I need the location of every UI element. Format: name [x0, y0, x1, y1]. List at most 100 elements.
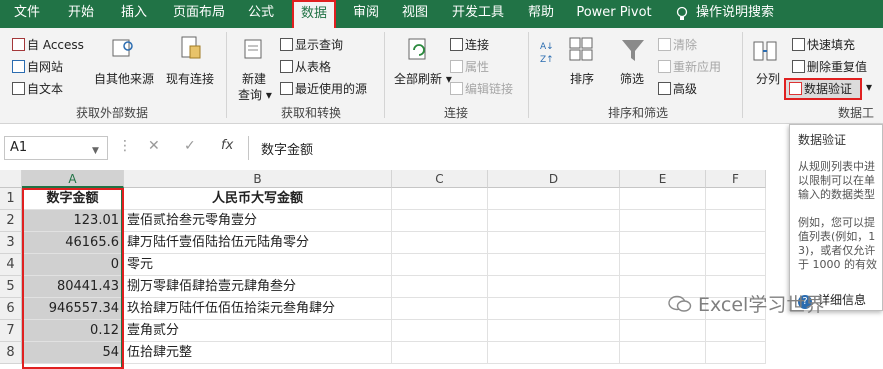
cancel-icon[interactable]: ✕	[148, 138, 160, 154]
cell-empty[interactable]	[392, 188, 488, 210]
sort-button[interactable]: 排序	[570, 70, 594, 87]
cell-empty[interactable]	[392, 298, 488, 320]
edit-links-button[interactable]: 编辑链接	[450, 80, 513, 97]
existing-connections-button[interactable]: 现有连接	[166, 70, 214, 87]
row-header[interactable]: 1	[0, 188, 22, 210]
tab-developer[interactable]: 开发工具	[446, 0, 510, 28]
tooltip-text: 输入的数据类型	[798, 188, 875, 201]
tooltip-text: 于 1000 的有效	[798, 258, 877, 271]
cell-empty[interactable]	[392, 276, 488, 298]
group-label-connections: 连接	[443, 106, 468, 120]
filter-button[interactable]: 筛选	[620, 70, 644, 87]
data-validation-dropdown-icon[interactable]: ▾	[866, 80, 872, 94]
from-text-button[interactable]: 自文本	[12, 80, 63, 97]
cell-empty[interactable]	[488, 298, 620, 320]
refresh-all-button[interactable]: 全部刷新 ▾	[394, 70, 452, 87]
cell-empty[interactable]	[392, 342, 488, 364]
other-sources-button[interactable]: 自其他来源	[94, 70, 154, 87]
flash-fill-button[interactable]: 快速填充	[792, 36, 855, 53]
from-web-button[interactable]: 自网站	[12, 58, 63, 75]
cell-empty[interactable]	[706, 188, 766, 210]
column-header-b[interactable]: B	[124, 170, 392, 188]
cell-b5[interactable]: 捌万零肆佰肆拾壹元肆角叁分	[124, 276, 392, 298]
properties-button[interactable]: 属性	[450, 58, 489, 75]
row-header[interactable]: 4	[0, 254, 22, 276]
cell-empty[interactable]	[392, 232, 488, 254]
advanced-filter-button[interactable]: 高级	[658, 80, 697, 97]
cell-empty[interactable]	[620, 232, 706, 254]
row-header[interactable]: 8	[0, 342, 22, 364]
cell-b8[interactable]: 伍拾肆元整	[124, 342, 392, 364]
cell-empty[interactable]	[620, 342, 706, 364]
existing-connections-icon	[181, 36, 201, 59]
cell-empty[interactable]	[706, 210, 766, 232]
tab-review[interactable]: 审阅	[344, 0, 388, 28]
tab-insert[interactable]: 插入	[112, 0, 156, 28]
tooltip-title: 数据验证	[798, 133, 847, 147]
cell-empty[interactable]	[620, 320, 706, 342]
row-header[interactable]: 3	[0, 232, 22, 254]
tab-help[interactable]: 帮助	[520, 0, 562, 28]
column-header-e[interactable]: E	[620, 170, 706, 188]
column-header-c[interactable]: C	[392, 170, 488, 188]
cell-empty[interactable]	[488, 188, 620, 210]
tab-formulas[interactable]: 公式	[240, 0, 282, 28]
tell-me-search[interactable]: 操作说明搜索	[696, 0, 806, 28]
chevron-down-icon[interactable]: ▼	[92, 146, 99, 156]
clear-filter-button[interactable]: 清除	[658, 36, 697, 53]
reapply-button[interactable]: 重新应用	[658, 58, 721, 75]
cell-empty[interactable]	[620, 254, 706, 276]
cell-empty[interactable]	[706, 232, 766, 254]
tab-file[interactable]: 文件	[6, 0, 48, 28]
row-header[interactable]: 6	[0, 298, 22, 320]
from-access-button[interactable]: 自 Access	[12, 36, 84, 53]
cell-empty[interactable]	[392, 210, 488, 232]
tab-view[interactable]: 视图	[394, 0, 436, 28]
cell-empty[interactable]	[488, 276, 620, 298]
enter-check-icon[interactable]: ✓	[184, 138, 196, 154]
connections-button[interactable]: 连接	[450, 36, 489, 53]
cell-empty[interactable]	[620, 188, 706, 210]
text-file-icon	[12, 82, 25, 95]
cell-empty[interactable]	[392, 254, 488, 276]
cell-empty[interactable]	[488, 254, 620, 276]
tab-home[interactable]: 开始	[58, 0, 104, 28]
show-queries-button[interactable]: 显示查询	[280, 36, 343, 53]
tab-data[interactable]: 数据	[292, 0, 336, 28]
cell-b1[interactable]: 人民币大写金额	[124, 188, 392, 210]
cell-empty[interactable]	[488, 232, 620, 254]
cell-empty[interactable]	[488, 210, 620, 232]
properties-icon	[450, 60, 463, 73]
column-header-a[interactable]: A	[22, 170, 124, 188]
recent-sources-button[interactable]: 最近使用的源	[280, 80, 367, 97]
select-all-corner[interactable]	[0, 170, 22, 188]
cell-b6[interactable]: 玖拾肆万陆仟伍佰伍拾柒元叁角肆分	[124, 298, 392, 320]
new-query-dropdown[interactable]: 查询 ▾	[238, 86, 272, 103]
cell-b3[interactable]: 肆万陆仟壹佰陆拾伍元陆角零分	[124, 232, 392, 254]
cell-empty[interactable]	[392, 320, 488, 342]
cell-b4[interactable]: 零元	[124, 254, 392, 276]
row-header[interactable]: 5	[0, 276, 22, 298]
cell-empty[interactable]	[620, 210, 706, 232]
insert-function-icon[interactable]: fx	[221, 138, 233, 153]
cell-empty[interactable]	[488, 342, 620, 364]
tab-power-pivot[interactable]: Power Pivot	[574, 0, 654, 28]
formula-input[interactable]: 数字金额	[248, 136, 788, 160]
remove-duplicates-button[interactable]: 删除重复值	[792, 58, 867, 75]
cell-empty[interactable]	[706, 342, 766, 364]
cell-empty[interactable]	[488, 320, 620, 342]
row-header[interactable]: 7	[0, 320, 22, 342]
new-query-button[interactable]: 新建	[242, 70, 266, 87]
cell-empty[interactable]	[706, 320, 766, 342]
cell-empty[interactable]	[706, 254, 766, 276]
column-header-f[interactable]: F	[706, 170, 766, 188]
text-to-columns-button[interactable]: 分列	[756, 70, 780, 87]
from-table-button[interactable]: 从表格	[280, 58, 331, 75]
row-header[interactable]: 2	[0, 210, 22, 232]
column-header-d[interactable]: D	[488, 170, 620, 188]
tab-page-layout[interactable]: 页面布局	[166, 0, 232, 28]
data-validation-button[interactable]: 数据验证	[784, 78, 862, 100]
group-label-data-tools: 数据工	[838, 106, 875, 120]
cell-b2[interactable]: 壹佰贰拾叁元零角壹分	[124, 210, 392, 232]
cell-b7[interactable]: 壹角贰分	[124, 320, 392, 342]
